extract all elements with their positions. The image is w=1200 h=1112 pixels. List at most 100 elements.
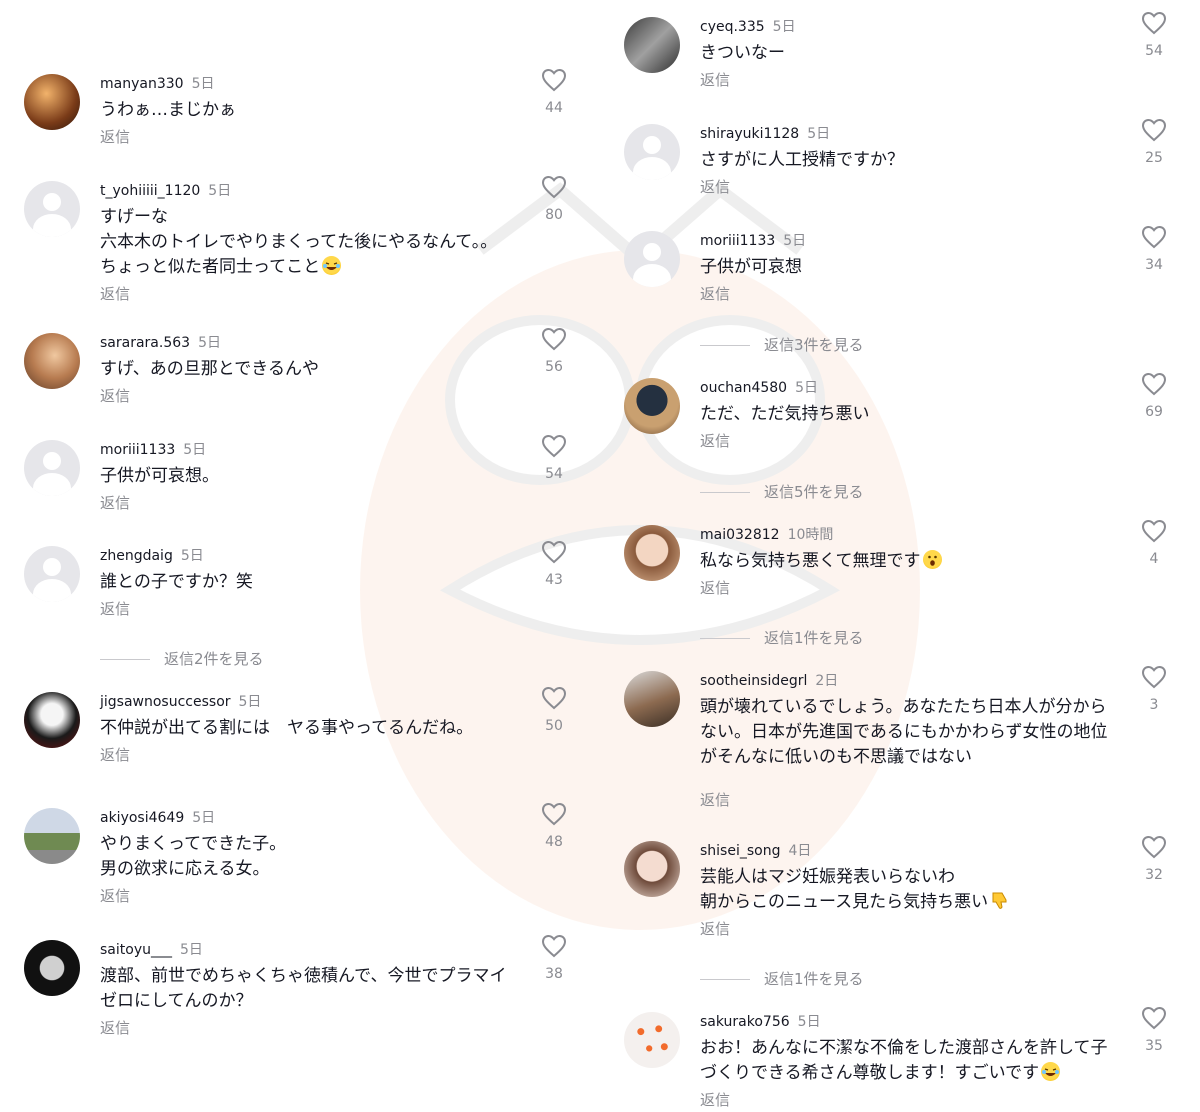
username-link[interactable]: sootheinsidegrl (700, 673, 807, 689)
username-link[interactable]: saitoyu___ (100, 942, 172, 958)
heart-icon (541, 68, 567, 92)
comment-text-line: ちょっと似た者同士ってこと (100, 255, 530, 280)
divider-line (700, 345, 750, 346)
like-button[interactable]: 38 (540, 934, 568, 982)
divider-line (700, 492, 750, 493)
like-button[interactable]: 44 (540, 68, 568, 116)
reply-button[interactable]: 返信 (700, 69, 730, 90)
username-link[interactable]: sakurako756 (700, 1014, 790, 1030)
username-link[interactable]: mai032812 (700, 527, 780, 543)
view-replies-button[interactable]: 返信1件を見る (700, 627, 864, 648)
username-link[interactable]: zhengdaig (100, 548, 173, 564)
username-link[interactable]: manyan330 (100, 76, 184, 92)
like-button[interactable]: 54 (540, 434, 568, 482)
view-replies-button[interactable]: 返信3件を見る (700, 334, 864, 355)
username-link[interactable]: moriii1133 (100, 442, 175, 458)
comment-meta: ouchan4580 5日 (700, 378, 818, 398)
reply-button[interactable]: 返信 (100, 492, 130, 513)
like-button[interactable]: 4 (1140, 519, 1168, 567)
user-avatar[interactable] (24, 181, 80, 237)
user-avatar[interactable] (624, 17, 680, 73)
comment-meta: t_yohiiiii_1120 5日 (100, 181, 231, 201)
reply-button[interactable]: 返信 (100, 283, 130, 304)
reply-button[interactable]: 返信 (700, 430, 730, 451)
reply-button[interactable]: 返信 (100, 1017, 130, 1038)
user-avatar[interactable] (624, 841, 680, 897)
like-button[interactable]: 34 (1140, 225, 1168, 273)
view-replies-button[interactable]: 返信1件を見る (700, 968, 864, 989)
comment-text: うわぁ…まじかぁ (100, 98, 530, 123)
heart-icon (1141, 665, 1167, 689)
username-link[interactable]: sararara.563 (100, 335, 190, 351)
comment-meta: zhengdaig 5日 (100, 546, 204, 566)
reply-button[interactable]: 返信 (700, 918, 730, 939)
view-replies-label: 返信1件を見る (764, 970, 864, 988)
heart-icon (541, 686, 567, 710)
comment-meta: sootheinsidegrl 2日 (700, 671, 838, 691)
reply-button[interactable]: 返信 (700, 789, 730, 810)
reply-button[interactable]: 返信 (700, 283, 730, 304)
user-avatar[interactable] (624, 525, 680, 581)
like-button[interactable]: 48 (540, 802, 568, 850)
comment-timestamp: 2日 (815, 673, 839, 689)
comment-text: ただ、ただ気持ち悪い (700, 402, 1130, 427)
comment-timestamp: 5日 (772, 19, 796, 35)
user-avatar[interactable] (24, 74, 80, 130)
view-replies-label: 返信5件を見る (764, 483, 864, 501)
comment-text: 子供が可哀想。 (100, 464, 530, 489)
user-avatar[interactable] (24, 546, 80, 602)
user-avatar[interactable] (24, 808, 80, 864)
comment-meta: cyeq.335 5日 (700, 17, 796, 37)
user-avatar[interactable] (24, 692, 80, 748)
reply-button[interactable]: 返信 (700, 176, 730, 197)
like-count: 32 (1145, 867, 1163, 883)
heart-icon (541, 540, 567, 564)
like-button[interactable]: 35 (1140, 1006, 1168, 1054)
username-link[interactable]: ouchan4580 (700, 380, 787, 396)
comment-text-line: 渡部、前世でめちゃくちゃ徳積んで、今世でプラマイ (100, 966, 507, 986)
username-link[interactable]: t_yohiiiii_1120 (100, 183, 200, 199)
comment-text-line: きついなー (700, 43, 785, 63)
username-link[interactable]: cyeq.335 (700, 19, 765, 35)
comment-meta: moriii1133 5日 (100, 440, 206, 460)
reply-button[interactable]: 返信 (100, 385, 130, 406)
reply-button[interactable]: 返信 (100, 598, 130, 619)
user-avatar[interactable] (624, 124, 680, 180)
username-link[interactable]: jigsawnosuccessor (100, 694, 231, 710)
view-replies-button[interactable]: 返信2件を見る (100, 648, 264, 669)
view-replies-button[interactable]: 返信5件を見る (700, 481, 864, 502)
heart-icon (541, 802, 567, 826)
username-link[interactable]: moriii1133 (700, 233, 775, 249)
reply-button[interactable]: 返信 (100, 885, 130, 906)
user-avatar[interactable] (624, 1012, 680, 1068)
comment-timestamp: 4日 (788, 843, 812, 859)
user-avatar[interactable] (24, 440, 80, 496)
like-button[interactable]: 25 (1140, 118, 1168, 166)
like-button[interactable]: 3 (1140, 665, 1168, 713)
username-link[interactable]: shirayuki1128 (700, 126, 799, 142)
like-button[interactable]: 56 (540, 327, 568, 375)
comment-text-line: 頭が壊れているでしょう。あなたたち日本人が分から (700, 697, 1107, 717)
laughing-emoji-icon (1041, 1062, 1061, 1081)
heart-icon (1141, 11, 1167, 35)
like-button[interactable]: 54 (1140, 11, 1168, 59)
reply-button[interactable]: 返信 (700, 1089, 730, 1110)
user-avatar[interactable] (24, 940, 80, 996)
like-button[interactable]: 43 (540, 540, 568, 588)
like-button[interactable]: 80 (540, 175, 568, 223)
view-replies-label: 返信1件を見る (764, 629, 864, 647)
like-button[interactable]: 50 (540, 686, 568, 734)
user-avatar[interactable] (624, 231, 680, 287)
username-link[interactable]: shisei_song (700, 843, 780, 859)
reply-button[interactable]: 返信 (100, 744, 130, 765)
user-avatar[interactable] (24, 333, 80, 389)
user-avatar[interactable] (624, 378, 680, 434)
comment-timestamp: 5日 (179, 942, 203, 958)
username-link[interactable]: akiyosi4649 (100, 810, 184, 826)
like-button[interactable]: 32 (1140, 835, 1168, 883)
reply-button[interactable]: 返信 (700, 577, 730, 598)
reply-button[interactable]: 返信 (100, 126, 130, 147)
like-button[interactable]: 69 (1140, 372, 1168, 420)
like-count: 48 (545, 834, 563, 850)
user-avatar[interactable] (624, 671, 680, 727)
